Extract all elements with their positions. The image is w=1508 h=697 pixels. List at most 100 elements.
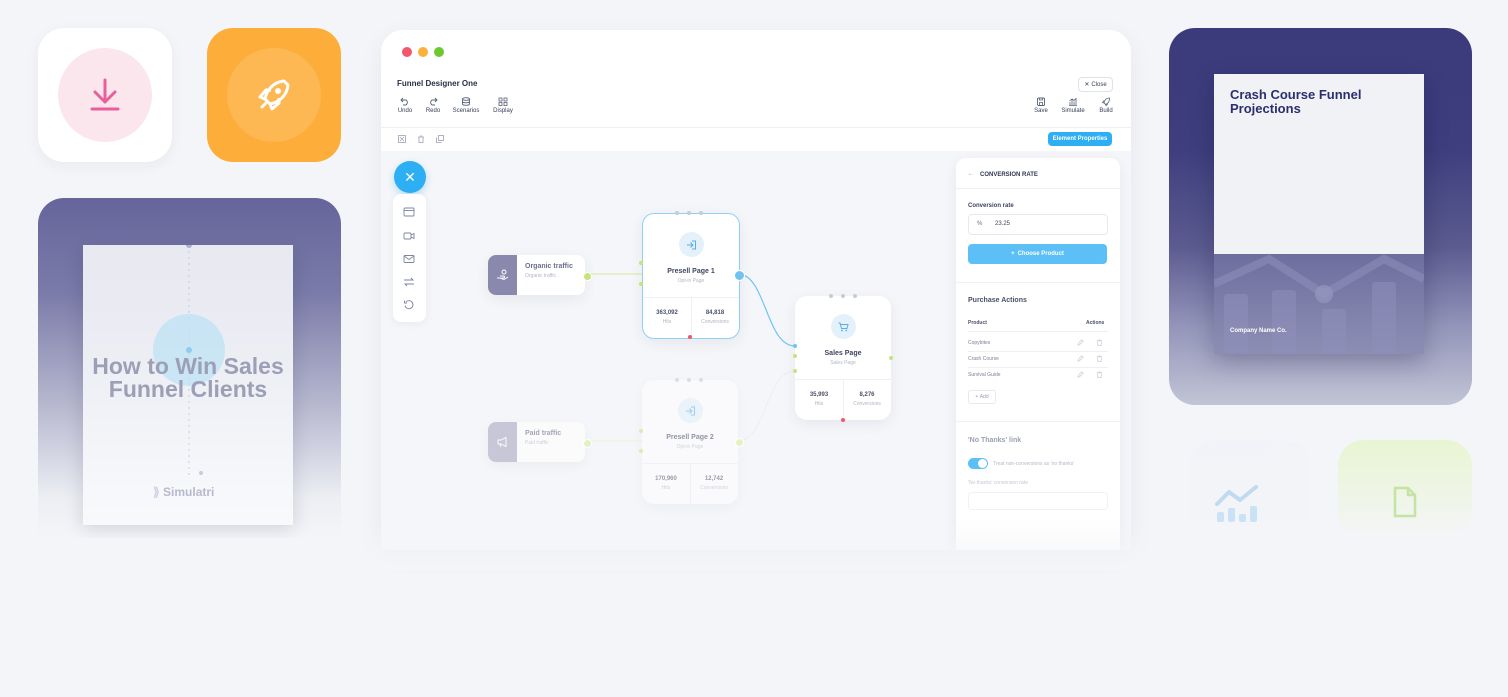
scenarios-icon — [462, 97, 470, 106]
presell-page-2-node[interactable]: Presell Page 2 Opt-in Page 170,960 Hits 1… — [642, 380, 738, 504]
presell-page-1-node[interactable]: Presell Page 1 Opt-in Page 363,092 Hits 8… — [642, 213, 740, 339]
window-maximize-dot[interactable] — [434, 47, 444, 57]
ebook-cover: How to Win Sales Funnel Clients ⟫ Simula… — [83, 245, 293, 525]
window-minimize-dot[interactable] — [418, 47, 428, 57]
page-element-icon[interactable] — [403, 206, 415, 218]
presell-2-input-port[interactable] — [639, 429, 643, 433]
presell-1-exit-port[interactable] — [688, 335, 692, 339]
window-title: Funnel Designer One — [397, 79, 478, 88]
purchase-actions-heading: Purchase Actions — [968, 297, 1027, 304]
edit-icon[interactable] — [1077, 371, 1084, 378]
organic-output-port[interactable] — [583, 272, 592, 281]
element-properties-button[interactable]: Element Properties — [1048, 132, 1112, 146]
paid-traffic-text: Paid traffic Paid traffic — [517, 422, 561, 462]
video-element-icon[interactable] — [403, 230, 415, 242]
chart-decoration — [1214, 254, 1424, 354]
redo-icon — [430, 97, 438, 106]
conversion-rate-label: Conversion rate — [968, 203, 1014, 209]
download-app-tile[interactable] — [38, 28, 172, 162]
save-icon — [1037, 97, 1045, 106]
split-element-icon[interactable] — [403, 276, 415, 288]
organic-traffic-node[interactable]: Organic traffic Organic traffic — [488, 255, 585, 295]
edit-icon[interactable] — [1077, 355, 1084, 362]
book-cover-bottom — [1214, 254, 1424, 354]
presell-1-input-port[interactable] — [639, 261, 643, 265]
sales-page-node[interactable]: Sales Page Sales Page 35,993 Hits 8,276 Co… — [795, 296, 891, 420]
email-element-icon[interactable] — [403, 253, 415, 265]
panel-heading: CONVERSION RATE — [980, 172, 1038, 178]
presell-page-2-hits: 170,960 Hits — [655, 476, 677, 491]
divider — [956, 282, 1120, 283]
no-thanks-toggle[interactable] — [968, 458, 988, 469]
delete-icon[interactable] — [1096, 371, 1103, 378]
rocket-app-tile[interactable] — [207, 28, 341, 162]
ebook-title: How to Win Sales Funnel Clients — [92, 353, 284, 402]
sales-input-port[interactable] — [793, 354, 797, 358]
paid-traffic-node[interactable]: Paid traffic Paid traffic — [488, 422, 585, 462]
close-button[interactable]: ✕ Close — [1078, 77, 1113, 92]
percent-prefix: % — [977, 221, 983, 227]
delete-icon[interactable] — [1096, 339, 1103, 346]
delete-icon[interactable] — [1096, 355, 1103, 362]
bottom-fade — [0, 520, 1508, 570]
build-icon — [1101, 97, 1110, 106]
window-close-dot[interactable] — [402, 47, 412, 57]
scenarios-button[interactable]: Scenarios — [451, 97, 481, 114]
presell-page-1-conversions: 84,818 Conversions — [701, 310, 729, 325]
presell-2-input-port[interactable] — [639, 449, 643, 453]
plus-icon: + — [1011, 251, 1015, 257]
port-dot — [675, 211, 679, 215]
sales-input-port[interactable] — [793, 369, 797, 373]
paid-traffic-subtitle: Paid traffic — [525, 440, 549, 446]
sales-page-conversions: 8,276 Conversions — [853, 392, 881, 407]
brand-logo-icon: ⟫ — [153, 485, 164, 499]
port-dot — [675, 378, 679, 382]
sales-output-port[interactable] — [889, 356, 893, 360]
port-dot — [687, 211, 691, 215]
port-dot — [829, 294, 833, 298]
copy-icon[interactable] — [436, 135, 444, 143]
trash-icon[interactable] — [417, 135, 425, 143]
sales-exit-port[interactable] — [841, 418, 845, 422]
delay-element-icon[interactable] — [403, 299, 415, 311]
sales-page-subtitle: Sales Page — [830, 360, 856, 366]
paid-output-port[interactable] — [583, 439, 592, 448]
presell-page-1-subtitle: Opt-in Page — [677, 278, 705, 284]
back-arrow-icon[interactable]: ← — [968, 171, 974, 177]
port-dot — [699, 211, 703, 215]
presell-1-input-port[interactable] — [639, 282, 643, 286]
login-icon — [679, 232, 704, 257]
sales-page-title: Sales Page — [824, 350, 862, 357]
divider — [968, 351, 1108, 352]
redo-button[interactable]: Redo — [418, 97, 448, 114]
chart-icon — [1215, 485, 1258, 522]
organic-traffic-subtitle: Organic traffic — [525, 273, 557, 279]
save-button[interactable]: Save — [1026, 97, 1056, 114]
choose-product-button[interactable]: + Choose Product — [968, 244, 1107, 264]
presell-page-1-hits: 363,092 Hits — [656, 310, 678, 325]
product-row: Copybites — [968, 340, 991, 346]
hand-money-icon — [488, 255, 517, 295]
select-icon[interactable] — [398, 135, 406, 143]
toggle-label: Treat non-conversions as 'no thanks' — [993, 461, 1075, 467]
display-button[interactable]: Display — [488, 97, 518, 114]
conversion-rate-input[interactable]: % 23.25 — [968, 214, 1108, 235]
presell-2-output-port[interactable] — [735, 438, 744, 447]
edit-icon[interactable] — [1077, 339, 1084, 346]
sales-input-port[interactable] — [793, 344, 797, 348]
undo-button[interactable]: Undo — [390, 97, 420, 114]
no-thanks-heading: 'No Thanks' link — [968, 437, 1022, 444]
simulate-button[interactable]: Simulate — [1058, 97, 1088, 114]
port-dot — [699, 378, 703, 382]
build-button[interactable]: Build — [1091, 97, 1121, 114]
no-thanks-rate-input[interactable] — [968, 492, 1108, 510]
presell-1-output-port[interactable] — [734, 270, 745, 281]
presell-page-2-subtitle: Opt-in Page — [676, 444, 704, 450]
product-column-header: Product — [968, 320, 987, 326]
add-element-button[interactable]: ✕ — [394, 161, 426, 193]
product-row: Survival Guide — [968, 372, 1001, 378]
presell-page-2-conversions: 12,742 Conversions — [700, 476, 728, 491]
element-properties-panel: ← CONVERSION RATE Conversion rate % 23.2… — [956, 158, 1120, 550]
presell-page-1-title: Presell Page 1 — [667, 268, 715, 275]
add-product-button[interactable]: + Add — [968, 390, 996, 404]
